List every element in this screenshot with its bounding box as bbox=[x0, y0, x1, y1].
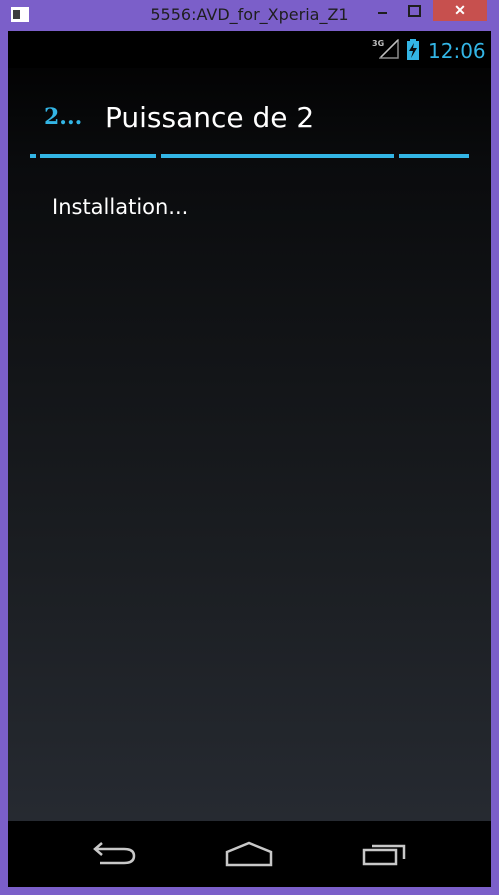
back-button[interactable] bbox=[86, 837, 142, 871]
action-bar: 2... Puissance de 2 bbox=[8, 68, 491, 152]
home-button[interactable] bbox=[221, 837, 277, 871]
app-title: Puissance de 2 bbox=[105, 101, 315, 134]
title-divider-segment bbox=[399, 154, 469, 158]
app-icon[interactable]: 2... bbox=[44, 104, 82, 130]
back-arrow-icon bbox=[93, 842, 136, 865]
title-divider-segment bbox=[30, 154, 36, 158]
signal-icon bbox=[379, 39, 399, 59]
minimize-button[interactable] bbox=[369, 0, 395, 21]
recent-apps-button[interactable] bbox=[357, 837, 413, 871]
close-button[interactable]: ✕ bbox=[433, 0, 487, 21]
title-divider-segment bbox=[40, 154, 156, 158]
maximize-button[interactable] bbox=[401, 0, 427, 21]
status-message: Installation... bbox=[52, 195, 189, 219]
android-screen: 3G 12:06 2... Puissance de 2 Installatio… bbox=[8, 31, 491, 887]
status-bar: 3G 12:06 bbox=[8, 31, 491, 68]
recent-apps-icon bbox=[362, 844, 406, 866]
navigation-bar bbox=[8, 821, 491, 887]
emulator-titlebar: 5556:AVD_for_Xperia_Z1 ✕ bbox=[0, 0, 499, 31]
clock: 12:06 bbox=[428, 39, 486, 63]
battery-charging-icon bbox=[407, 39, 419, 60]
title-divider-segment bbox=[161, 154, 394, 158]
home-icon bbox=[225, 841, 273, 867]
